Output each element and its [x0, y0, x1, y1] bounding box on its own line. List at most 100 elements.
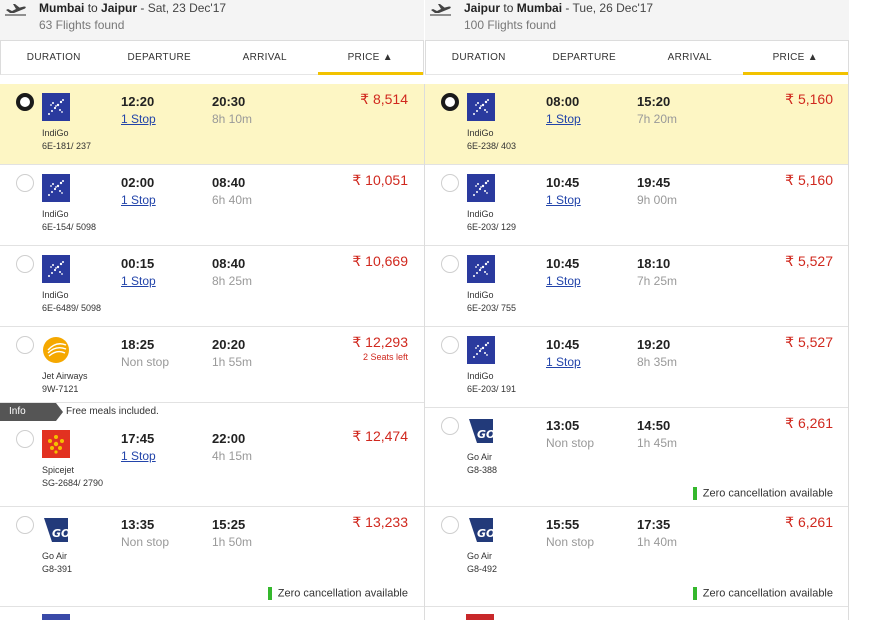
select-radio[interactable]: [16, 336, 34, 354]
sort-duration[interactable]: DURATION: [426, 41, 532, 74]
sort-price[interactable]: PRICE ▲: [317, 41, 424, 75]
departure-time: 02:00: [121, 175, 155, 190]
select-radio[interactable]: [16, 516, 34, 534]
outbound-route-title: Mumbai to Jaipur - Sat, 23 Dec'17: [39, 1, 227, 15]
plane-icon: [5, 4, 26, 16]
arrival-time: 18:10: [637, 256, 671, 271]
flight-row[interactable]: GO Go Air G8-388 13:05 Non stop 14:50 1h 45m ₹ …: [425, 408, 849, 507]
stops-info[interactable]: 1 Stop: [121, 112, 156, 126]
column-divider: [424, 84, 425, 620]
sort-price[interactable]: PRICE ▲: [742, 41, 849, 75]
sort-departure[interactable]: DEPARTURE: [532, 41, 638, 74]
airline-name: IndiGo: [42, 209, 69, 219]
info-tag[interactable]: Info: [0, 403, 63, 421]
arrival-time: 20:20: [212, 337, 246, 352]
zero-cancellation: Zero cancellation available: [692, 587, 833, 600]
flight-row[interactable]: IndiGo 6E-238/ 403 08:00 1 Stop 15:20 7h 20m ₹…: [425, 84, 849, 165]
arrival-time: 15:20: [637, 94, 671, 109]
flight-number: G8-388: [467, 465, 498, 475]
svg-text:GO: GO: [52, 527, 70, 540]
info-message: Free meals included.: [66, 406, 159, 417]
airline-name: IndiGo: [42, 128, 69, 138]
sort-arrival[interactable]: ARRIVAL: [637, 41, 743, 74]
zero-cancel-bar: [692, 487, 697, 500]
airline-name: Spicejet: [42, 465, 75, 475]
return-route-title: Jaipur to Mumbai - Tue, 26 Dec'17: [464, 1, 654, 15]
duration: 6h 40m: [212, 193, 253, 207]
outbound-sort-bar: DURATION DEPARTURE ARRIVAL PRICE ▲: [0, 40, 424, 75]
flight-row[interactable]: IndiGo 6E-154/ 5098 02:00 1 Stop 08:40 6h 40m…: [0, 165, 424, 246]
select-radio[interactable]: [16, 430, 34, 448]
flight-row[interactable]: IndiGo 6E-203/ 191 10:45 1 Stop 19:20 8h 35m ₹…: [425, 327, 849, 408]
airline-name: Go Air: [467, 452, 493, 462]
seats-left: 2 Seats left: [362, 352, 408, 362]
zero-cancel-text: Zero cancellation available: [277, 587, 408, 600]
stops-info[interactable]: 1 Stop: [546, 274, 581, 288]
stops-info: Non stop: [546, 535, 595, 549]
flight-row[interactable]: IndiGo 6E-181/ 237 12:20 1 Stop 20:30 8h 10m ₹…: [0, 84, 424, 165]
next-row-peek-left: [42, 614, 70, 620]
price: ₹ 5,160: [785, 172, 833, 188]
zero-cancellation: Zero cancellation available: [692, 487, 833, 500]
indigo-logo-icon: [467, 336, 495, 364]
arrival-time: 19:20: [637, 337, 671, 352]
indigo-logo-icon: [42, 174, 70, 202]
stops-info[interactable]: 1 Stop: [546, 112, 581, 126]
next-row-peek-right: [466, 614, 494, 620]
stops-info[interactable]: 1 Stop: [546, 355, 581, 369]
stops-info: Non stop: [121, 355, 170, 369]
select-radio[interactable]: [441, 255, 459, 273]
departure-time: 10:45: [546, 337, 580, 352]
flight-number: 6E-203/ 191: [467, 384, 517, 394]
flight-number: G8-391: [42, 564, 73, 574]
select-radio[interactable]: [441, 417, 459, 435]
sort-duration[interactable]: DURATION: [1, 41, 107, 74]
svg-text:GO: GO: [477, 428, 495, 441]
airline-name: IndiGo: [467, 209, 494, 219]
flight-row[interactable]: IndiGo 6E-203/ 129 10:45 1 Stop 19:45 9h 00m ₹…: [425, 165, 849, 246]
indigo-logo-icon: [467, 174, 495, 202]
flight-number: 9W-7121: [42, 384, 79, 394]
zero-cancel-bar: [692, 587, 697, 600]
sort-arrival[interactable]: ARRIVAL: [212, 41, 318, 74]
duration: 4h 15m: [212, 449, 253, 463]
select-radio[interactable]: [16, 93, 34, 111]
duration: 7h 25m: [637, 274, 678, 288]
zero-cancel-text: Zero cancellation available: [702, 587, 833, 600]
sort-departure[interactable]: DEPARTURE: [107, 41, 213, 74]
stops-info[interactable]: 1 Stop: [121, 449, 156, 463]
flight-row[interactable]: Jet Airways 9W-7121 18:25 Non stop 20:20 1h 5…: [0, 327, 424, 403]
select-radio[interactable]: [16, 174, 34, 192]
flight-number: 6E-181/ 237: [42, 141, 92, 151]
flight-row[interactable]: IndiGo 6E-203/ 755 10:45 1 Stop 18:10 7h 25m ₹…: [425, 246, 849, 327]
duration: 9h 00m: [637, 193, 678, 207]
flight-row[interactable]: Spicejet SG-2684/ 2790 17:45 1 Stop 22:00 4h …: [0, 421, 424, 507]
goair-logo-icon: GO: [42, 516, 70, 544]
departure-time: 15:55: [546, 517, 580, 532]
select-radio[interactable]: [441, 516, 459, 534]
select-radio[interactable]: [441, 336, 459, 354]
arrival-time: 08:40: [212, 175, 246, 190]
departure-time: 18:25: [121, 337, 155, 352]
duration: 1h 40m: [637, 535, 678, 549]
select-radio[interactable]: [441, 174, 459, 192]
select-radio[interactable]: [16, 255, 34, 273]
stops-info[interactable]: 1 Stop: [121, 274, 156, 288]
outbound-route-header: Mumbai to Jaipur - Sat, 23 Dec'17 63 Fli…: [0, 0, 424, 40]
stops-info[interactable]: 1 Stop: [546, 193, 581, 207]
return-flight-count: 100 Flights found: [464, 18, 557, 32]
stops-info: Non stop: [546, 436, 595, 450]
stops-info[interactable]: 1 Stop: [121, 193, 156, 207]
flight-row[interactable]: GO Go Air G8-492 15:55 Non stop 17:35 1h 40m ₹ …: [425, 507, 849, 607]
select-radio[interactable]: [441, 93, 459, 111]
flight-results-page: Mumbai to Jaipur - Sat, 23 Dec'17 63 Fli…: [0, 0, 892, 620]
duration: 8h 25m: [212, 274, 253, 288]
flight-row[interactable]: IndiGo 6E-6489/ 5098 00:15 1 Stop 08:40 8h 25…: [0, 246, 424, 327]
flight-number: G8-492: [467, 564, 498, 574]
arrival-time: 08:40: [212, 256, 246, 271]
flight-number: 6E-6489/ 5098: [42, 303, 102, 313]
price: ₹ 10,051: [352, 172, 408, 188]
arrival-time: 17:35: [637, 517, 671, 532]
airline-name: Go Air: [467, 551, 493, 561]
flight-row[interactable]: GO Go Air G8-391 13:35 Non stop 15:25 1h 50m ₹ …: [0, 507, 424, 607]
